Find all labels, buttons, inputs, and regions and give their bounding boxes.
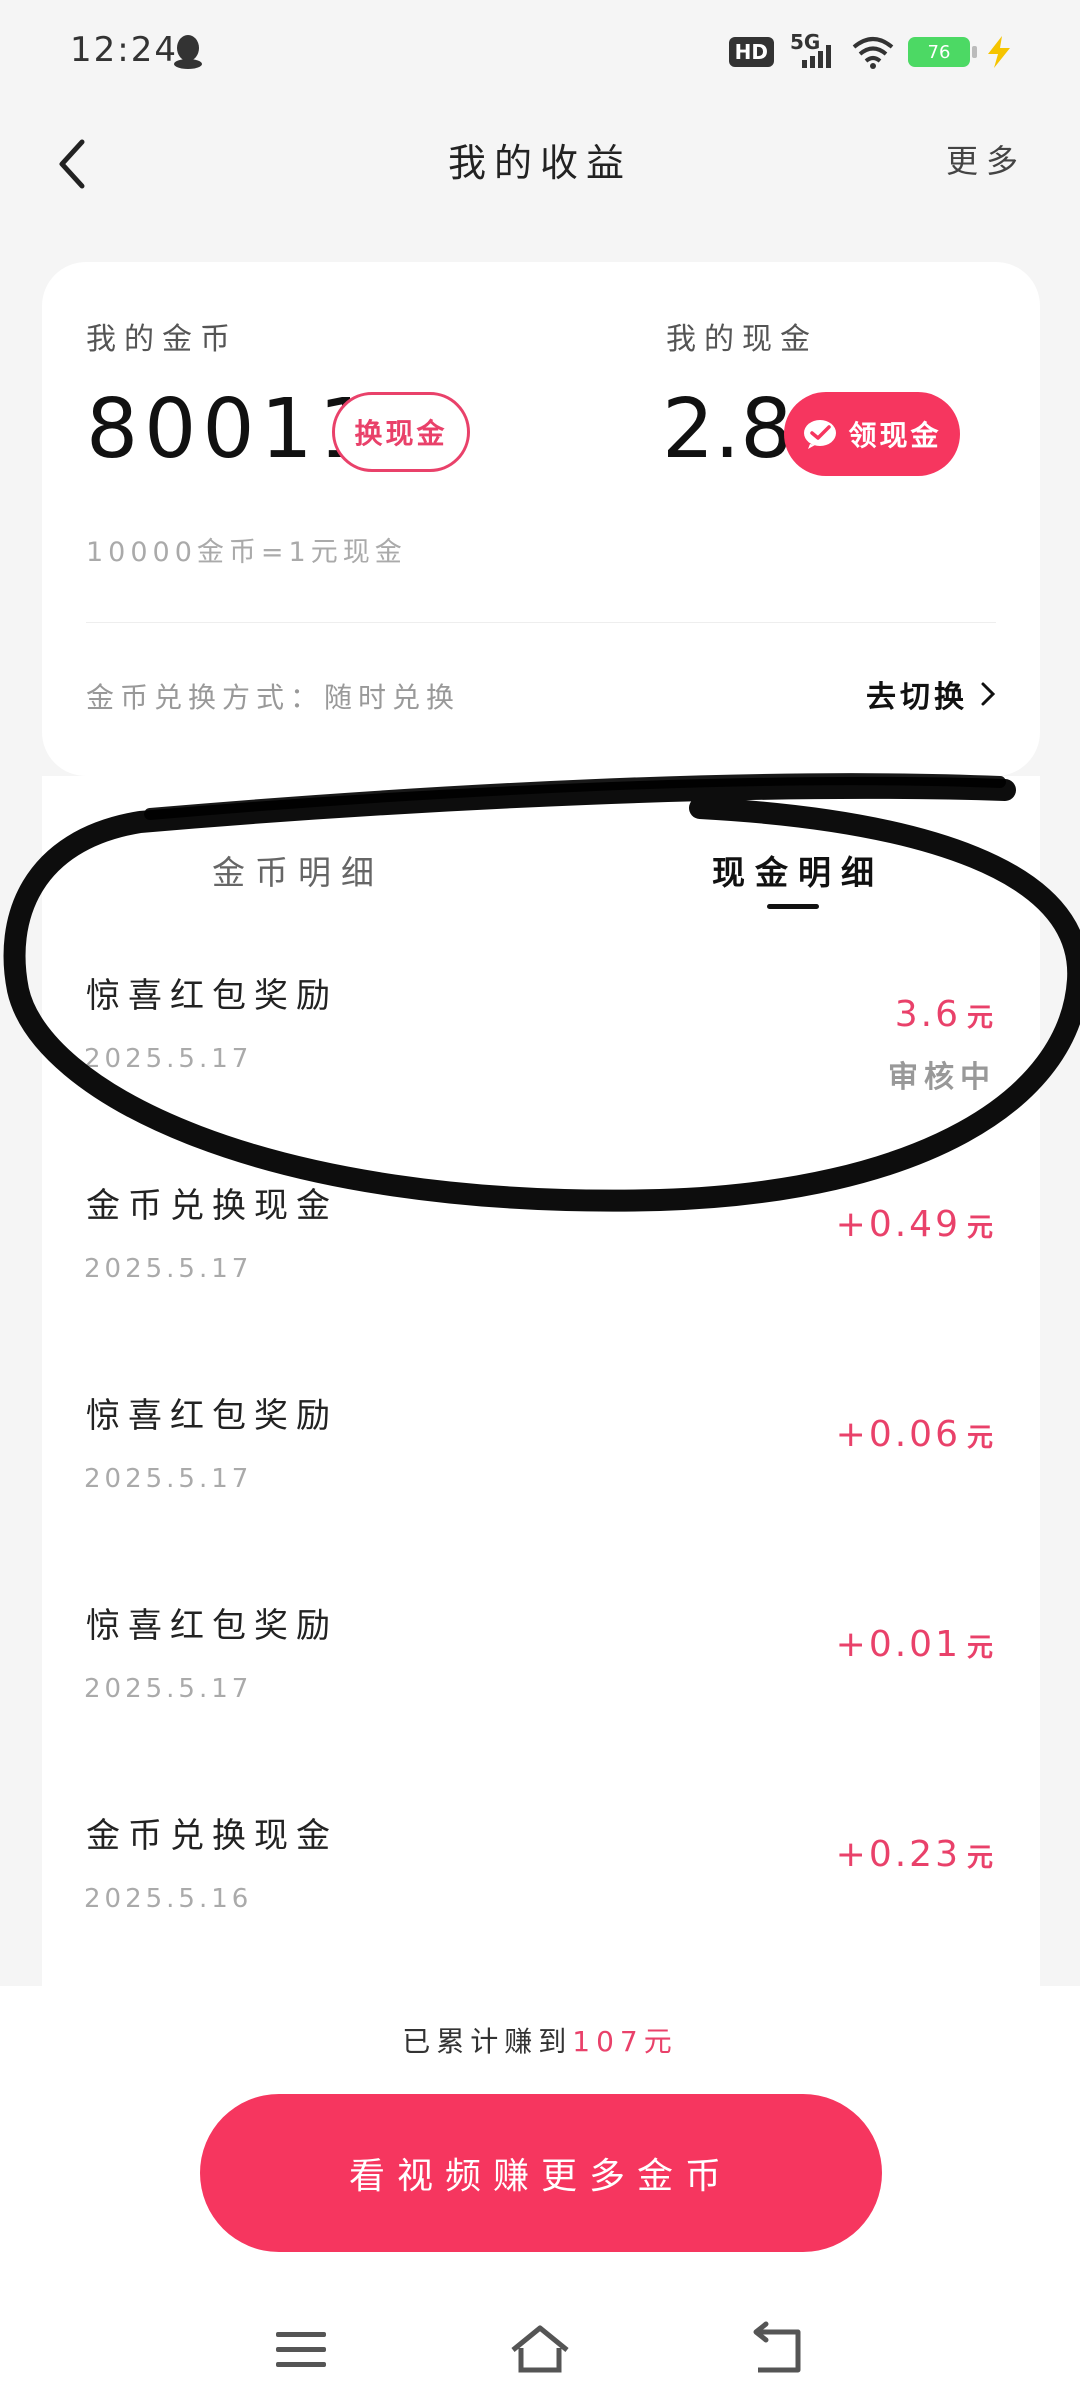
exchange-method-text: 金币兑换方式：随时兑换 <box>86 681 461 714</box>
switch-method-link[interactable]: 去切换 <box>866 672 996 716</box>
withdraw-label: 领现金 <box>848 419 942 452</box>
record-title: 金币兑换现金 <box>86 1186 338 1226</box>
exchange-rate-text: 10000金币=1元现金 <box>86 537 407 568</box>
status-bar: 12:24 HD 5G 76 <box>0 0 1080 110</box>
bottom-area: 已累计赚到107元 看视频赚更多金币 <box>0 1986 1080 2404</box>
cash-value: 2.8 <box>662 382 793 477</box>
record-row[interactable]: 惊喜红包奖励 2025.5.17 3.6 元 审核中 <box>42 968 1040 1178</box>
record-date: 2025.5.17 <box>84 1254 253 1284</box>
record-row[interactable]: 金币兑换现金 2025.5.16 +0.23 元 <box>42 1808 1040 1986</box>
summary-card: 我的金币 80011 换现金 我的现金 2.8 领现金 10000金币=1元现金… <box>42 262 1040 776</box>
earnings-page: 12:24 HD 5G 76 我的收益 更多 我的金币 80011 换现金 我的… <box>0 0 1080 2404</box>
record-row[interactable]: 惊喜红包奖励 2025.5.17 +0.06 元 <box>42 1388 1040 1598</box>
record-amount: +0.49 元 <box>835 1204 996 1245</box>
total-earned: 已累计赚到107元 <box>0 2020 1080 2060</box>
switch-label: 去切换 <box>866 680 968 715</box>
chevron-right-icon <box>981 682 996 706</box>
record-date: 2025.5.17 <box>84 1674 253 1704</box>
status-icons: HD 5G 76 <box>728 30 1014 72</box>
system-nav-bar <box>0 2304 1080 2404</box>
page-title: 我的收益 <box>447 141 632 185</box>
withdraw-cash-button[interactable]: 领现金 <box>784 392 960 476</box>
home-icon[interactable] <box>505 2320 575 2380</box>
record-title: 惊喜红包奖励 <box>86 1606 338 1646</box>
qq-icon <box>174 35 202 69</box>
wifi-icon <box>852 37 894 69</box>
record-amount: +0.01 元 <box>835 1624 996 1665</box>
more-button[interactable]: 更多 <box>946 136 1026 182</box>
active-tab-indicator <box>767 904 819 909</box>
record-date: 2025.5.17 <box>84 1464 253 1494</box>
tab-cash-details[interactable]: 现金明细 <box>712 846 884 894</box>
battery-icon: 76 <box>908 37 977 67</box>
card-divider <box>86 622 996 623</box>
earned-amount: 107元 <box>572 2025 678 2058</box>
wechat-icon <box>804 420 837 449</box>
charging-bolt-icon <box>988 36 1010 68</box>
coins-label: 我的金币 <box>86 322 238 357</box>
record-row[interactable]: 金币兑换现金 2025.5.17 +0.49 元 <box>42 1178 1040 1388</box>
hd-badge: HD <box>728 37 774 67</box>
nav-bar: 我的收益 更多 <box>0 110 1080 250</box>
record-date: 2025.5.16 <box>84 1884 253 1914</box>
menu-icon[interactable] <box>266 2320 336 2380</box>
watch-video-button[interactable]: 看视频赚更多金币 <box>200 2094 882 2252</box>
record-title: 金币兑换现金 <box>86 1816 338 1856</box>
record-amount: +0.06 元 <box>835 1414 996 1455</box>
signal-icon: 5G <box>788 30 838 72</box>
record-title: 惊喜红包奖励 <box>86 976 338 1016</box>
detail-panel: 金币明细 现金明细 惊喜红包奖励 2025.5.17 3.6 元 审核中 金币兑换… <box>42 776 1040 1986</box>
earned-prefix: 已累计赚到 <box>402 2025 573 2058</box>
record-date: 2025.5.17 <box>84 1044 253 1074</box>
record-status: 审核中 <box>888 1060 996 1095</box>
record-amount: 3.6 元 <box>894 994 996 1035</box>
record-amount: +0.23 元 <box>835 1834 996 1875</box>
status-time: 12:24 <box>70 30 178 70</box>
back-nav-icon[interactable] <box>744 2320 814 2380</box>
tab-coin-details[interactable]: 金币明细 <box>212 846 384 894</box>
battery-level: 76 <box>927 41 951 63</box>
record-row[interactable]: 惊喜红包奖励 2025.5.17 +0.01 元 <box>42 1598 1040 1808</box>
network-label: 5G <box>790 30 821 54</box>
exchange-cash-button[interactable]: 换现金 <box>332 392 470 472</box>
cash-label: 我的现金 <box>666 322 818 357</box>
record-title: 惊喜红包奖励 <box>86 1396 338 1436</box>
